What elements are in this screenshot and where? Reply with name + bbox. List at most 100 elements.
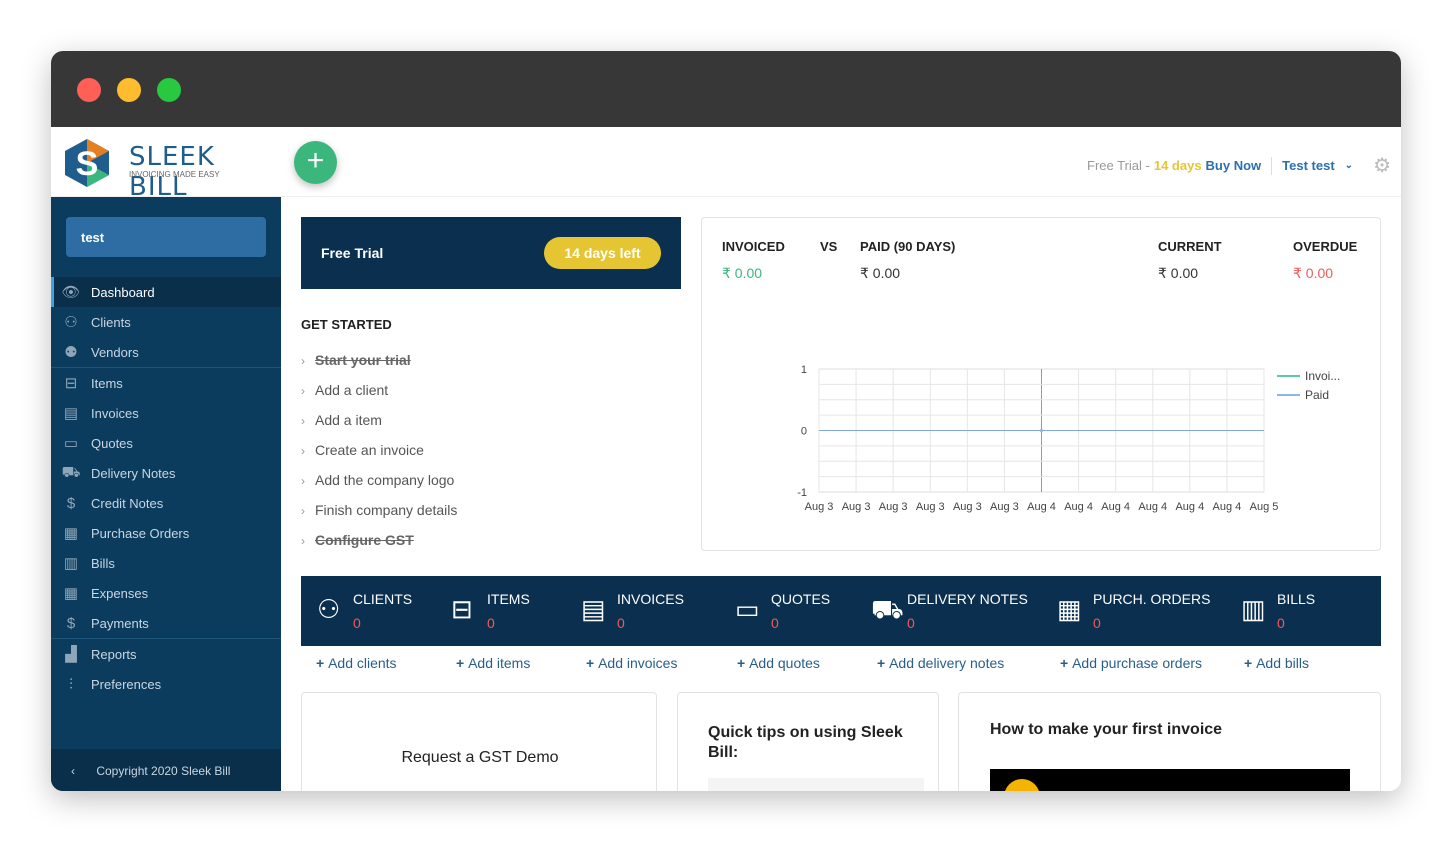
sliders-icon: ⫶ xyxy=(69,675,73,693)
quick-add-button[interactable]: + xyxy=(294,141,337,184)
stat-label: QUOTES xyxy=(771,591,831,607)
video-player[interactable] xyxy=(990,769,1350,791)
sidebar: test 👁 Dashboard ⚇ Clients ⚉ Vendors ⊟ Items ▤ In… xyxy=(51,197,281,791)
sidebar-item-label: Credit Notes xyxy=(91,495,164,511)
add-link-6[interactable]: + Add bills xyxy=(1244,655,1309,671)
sidebar-item-label: Items xyxy=(91,375,123,391)
sidebar-item-dashboard[interactable]: 👁 Dashboard xyxy=(51,277,281,307)
sidebar-item-items[interactable]: ⊟ Items xyxy=(51,368,281,398)
overdue-value: ₹ 0.00 xyxy=(1293,265,1334,281)
get-started-item[interactable]: › Configure GST xyxy=(301,532,414,548)
minimize-window-button[interactable] xyxy=(117,78,141,102)
stat-clients[interactable]: ⚇ CLIENTS 0 xyxy=(317,576,467,646)
sidebar-item-bills[interactable]: ▥ Bills xyxy=(51,548,281,578)
add-link-0[interactable]: + Add clients xyxy=(316,655,397,671)
overdue-label: OVERDUE xyxy=(1293,239,1358,254)
get-started-label: Configure GST xyxy=(315,532,414,548)
user-menu[interactable]: Test test xyxy=(1282,158,1335,173)
add-link-label: Add delivery notes xyxy=(889,655,1005,671)
gst-demo-title: Request a GST Demo xyxy=(401,749,559,766)
get-started-item[interactable]: › Finish company details xyxy=(301,502,457,518)
sidebar-item-label: Quotes xyxy=(91,435,133,451)
sidebar-item-label: Clients xyxy=(91,314,131,330)
x-tick-label: Aug 3 xyxy=(805,501,834,513)
sidebar-item-vendors[interactable]: ⚉ Vendors xyxy=(51,337,281,367)
sidebar-item-payments[interactable]: $ Payments xyxy=(51,608,281,638)
company-selector[interactable]: test xyxy=(66,217,266,257)
add-link-5[interactable]: + Add purchase orders xyxy=(1060,655,1202,671)
gear-icon[interactable]: ⚙ xyxy=(1373,153,1391,178)
brand-logo[interactable]: S SLEEK BILL INVOICING MADE EASY xyxy=(61,137,281,202)
get-started-item[interactable]: › Start your trial xyxy=(301,352,411,368)
get-started-item[interactable]: › Add a item xyxy=(301,412,382,428)
maximize-window-button[interactable] xyxy=(157,78,181,102)
sidebar-item-clients[interactable]: ⚇ Clients xyxy=(51,307,281,337)
collapse-sidebar-icon[interactable]: ‹ xyxy=(71,764,75,778)
add-link-3[interactable]: + Add quotes xyxy=(737,655,820,671)
sidebar-item-quotes[interactable]: ▭ Quotes xyxy=(51,428,281,458)
sidebar-item-label: Delivery Notes xyxy=(91,465,176,481)
video-channel-icon xyxy=(1004,779,1040,791)
bill-icon: ▥ xyxy=(63,555,79,572)
x-tick-label: Aug 3 xyxy=(916,501,945,513)
stat-invoices[interactable]: ▤ INVOICES 0 xyxy=(581,576,731,646)
get-started-item[interactable]: › Add a client xyxy=(301,382,388,398)
stat-value: 0 xyxy=(617,615,625,631)
buy-now-link[interactable]: Buy Now xyxy=(1206,158,1262,173)
calculator-icon: ▦ xyxy=(63,585,79,602)
sidebar-item-label: Purchase Orders xyxy=(91,525,190,541)
stat-quotes[interactable]: ▭ QUOTES 0 xyxy=(735,576,885,646)
x-tick-label: Aug 4 xyxy=(1101,501,1130,513)
sidebar-item-credit-notes[interactable]: $ Credit Notes xyxy=(51,488,281,518)
sidebar-item-reports[interactable]: ▟ Reports xyxy=(51,639,281,669)
chevron-right-icon: › xyxy=(301,444,305,458)
get-started-item[interactable]: › Add the company logo xyxy=(301,472,454,488)
sidebar-item-invoices[interactable]: ▤ Invoices xyxy=(51,398,281,428)
plus-icon: + xyxy=(1060,655,1073,671)
chevron-right-icon: › xyxy=(301,414,305,428)
close-window-button[interactable] xyxy=(77,78,101,102)
current-value: ₹ 0.00 xyxy=(1158,265,1199,281)
sidebar-item-label: Preferences xyxy=(91,676,162,692)
stat-value: 0 xyxy=(907,615,915,631)
trial-label: Free Trial - xyxy=(1087,158,1150,173)
sidebar-item-expenses[interactable]: ▦ Expenses xyxy=(51,578,281,608)
sidebar-divider xyxy=(51,367,281,368)
stat-purch-orders[interactable]: ▦ PURCH. ORDERS 0 xyxy=(1057,576,1210,646)
current-label: CURRENT xyxy=(1158,239,1222,254)
gst-demo-card[interactable]: Request a GST Demo xyxy=(301,692,657,791)
quick-tips-title: Quick tips on using Sleek Bill: xyxy=(708,724,903,761)
chevron-down-icon[interactable]: ⌄ xyxy=(1345,160,1353,171)
add-link-2[interactable]: + Add invoices xyxy=(586,655,677,671)
stat-value: 0 xyxy=(1277,615,1285,631)
sidebar-item-purchase-orders[interactable]: ▦ Purchase Orders xyxy=(51,518,281,548)
sidebar-divider xyxy=(51,638,281,639)
data-point xyxy=(1040,429,1043,432)
free-trial-title: Free Trial xyxy=(321,245,384,261)
sidebar-item-label: Vendors xyxy=(91,344,139,360)
sidebar-item-label: Invoices xyxy=(91,405,139,421)
add-link-4[interactable]: + Add delivery notes xyxy=(877,655,1004,671)
basket-icon: ⊟ xyxy=(64,375,78,392)
y-tick-label: 1 xyxy=(801,364,807,376)
stat-bills[interactable]: ▥ BILLS 0 xyxy=(1241,576,1391,646)
invoice-icon: ▤ xyxy=(63,405,79,422)
stat-items[interactable]: ⊟ ITEMS 0 xyxy=(451,576,601,646)
days-left-badge[interactable]: 14 days left xyxy=(544,237,661,269)
add-link-1[interactable]: + Add items xyxy=(456,655,530,671)
sidebar-item-preferences[interactable]: ⫶ Preferences xyxy=(51,669,281,699)
dollar-icon: $ xyxy=(66,614,76,632)
get-started-item[interactable]: › Create an invoice xyxy=(301,442,424,458)
legend-label: Paid xyxy=(1305,388,1329,402)
invoiced-label: INVOICED xyxy=(722,239,785,254)
stat-value: 0 xyxy=(771,615,779,631)
paid-label: PAID (90 DAYS) xyxy=(860,239,956,254)
vendor-icon: ⚉ xyxy=(64,344,78,361)
sidebar-item-delivery-notes[interactable]: ⛟ Delivery Notes xyxy=(51,458,281,488)
stat-label: DELIVERY NOTES xyxy=(907,591,1028,607)
plus-icon: + xyxy=(456,655,469,671)
invoice-icon: ▤ xyxy=(581,594,606,624)
get-started-label: Finish company details xyxy=(315,502,458,518)
stat-delivery-notes[interactable]: ⛟ DELIVERY NOTES 0 xyxy=(871,576,1028,646)
sidebar-footer: ‹ Copyright 2020 Sleek Bill xyxy=(51,749,281,791)
